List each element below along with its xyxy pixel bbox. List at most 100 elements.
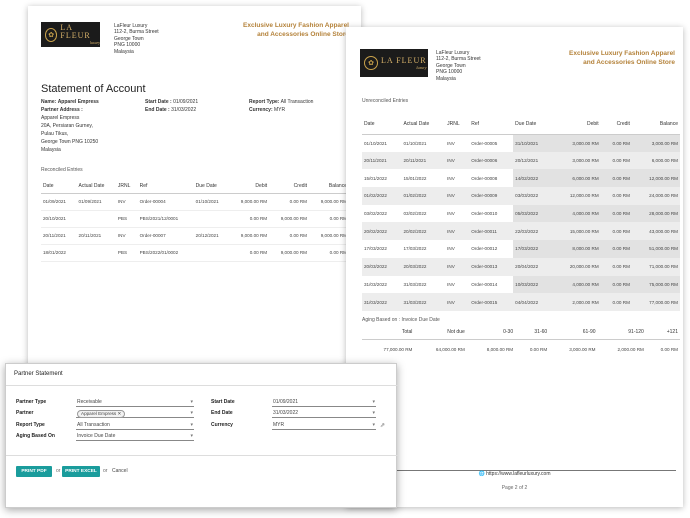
print-pdf-button[interactable]: PRINT PDF [16,466,52,477]
column-header: Total [362,325,415,340]
table-cell: 17/03/2022 [364,246,387,252]
table-cell: INV [447,211,455,217]
table-cell: 8,000.00 RM [486,346,514,352]
table-cell: INV [445,151,470,170]
start-date-input[interactable]: 01/09/2021 ▾ [272,399,376,407]
company-logo: ✿ LA FLEUR luxury [360,49,428,77]
fleur-icon: ✿ [45,27,58,42]
column-header: Actual Date [76,179,116,194]
table-cell: 2,000.00 RM [617,346,644,352]
table-cell [76,210,116,228]
table-cell: 15,000.00 RM [552,222,601,241]
table-cell: INV [447,175,455,181]
table-cell: 3,000.00 RM [552,151,601,170]
table-cell: INV [115,227,138,245]
table-cell: 0.00 RM [600,151,632,170]
table-row: 01/10/2021 01/10/2021 INV Order-00005 31/10/… [362,134,680,152]
column-header: Balance [631,114,680,135]
table-cell: 0.00 RM [660,346,678,352]
table-cell: 15/01/2022 [403,175,427,181]
column-header: Not due [414,325,467,340]
company-logo: ✿ LA FLEUR luxury [41,22,100,47]
table-cell: 0.00 RM [600,293,632,311]
table-cell: 14/02/2022 [513,169,553,188]
column-header: Ref [469,114,514,135]
partner-type-select[interactable]: Receivable ▾ [76,399,194,407]
company-address: LaFleur Luxury 112-2, Burma Street Georg… [114,23,159,55]
report-type-label: Report Type [16,422,45,428]
partner-info: Name: Apparel Empress Partner Address : … [41,99,99,153]
table-cell: 01/09/2021 [41,193,77,211]
reconciled-label: Reconciled Entries [41,167,83,173]
report-type-select[interactable]: All Transaction ▾ [76,422,194,430]
end-date-input[interactable]: 31/03/2022 ▾ [272,410,376,418]
table-cell: 6,000.00 RM [552,169,601,188]
table-cell: Order-00013 [469,257,514,276]
table-row: 31/03/2022 31/03/2022 INV Order-00015 04/04/… [362,293,680,311]
table-cell: 31/03/2022 [403,281,427,287]
aging-based-select[interactable]: Invoice Due Date ▾ [76,433,194,441]
table-cell: Order-00007 [137,227,194,245]
table-cell: 20/11/2021 [41,227,77,245]
currency-select[interactable]: MYR ▾ [272,422,376,430]
column-header: Date [41,179,77,194]
table-cell: 01/02/2022 [362,187,402,205]
table-row: 20/03/2022 20/03/2022 INV Order-00013 20/04/… [362,257,680,276]
table-cell: 9,000.00 RM [229,193,270,211]
logo-name: LA FLEUR [381,55,427,65]
table-cell: Order-00004 [137,193,194,211]
table-cell [76,244,116,262]
table-cell: 12,000.00 RM [552,187,601,205]
column-header: Balance [309,179,349,194]
table-cell: 04/04/2022 [513,293,553,311]
column-header: Due Date [513,114,553,135]
cancel-button[interactable]: Cancel [112,468,128,474]
partner-select[interactable]: Apparel Empress ✕ ▾ [76,410,194,418]
table-cell: 0.00 RM [600,240,632,258]
aging-label: Aging Based on : Invoice Due Date [362,317,440,323]
table-cell: PBS/2022/01/0002 [137,244,194,262]
table-row: 20/02/2022 20/02/2022 INV Order-00011 22/03/… [362,222,680,241]
table-cell: 01/10/2021 [193,193,230,211]
dialog-footer-divider [6,455,398,456]
end-date-label: End Date [211,410,233,416]
external-link-icon[interactable]: ⇗ [380,422,385,429]
table-cell: INV [445,293,470,311]
report-info: Report Type: All Transaction Currency: M… [249,99,314,113]
statement-page-1: ✿ LA FLEUR luxury LaFleur Luxury 112-2, … [28,6,361,390]
table-cell: 8,000.00 RM [552,240,601,258]
table-cell: 6,000.00 RM [631,151,680,170]
table-cell: 03/03/2022 [513,187,553,205]
column-header: JRNL [445,114,470,135]
company-tagline: Exclusive Luxury Fashion Apparel and Acc… [243,22,349,38]
table-cell: 18/01/2022 [41,244,77,262]
table-cell: 15/01/2022 [364,175,387,181]
table-cell: 20/03/2022 [362,257,402,276]
table-cell: 64,000.00 RM [435,346,465,352]
chevron-down-icon: ▾ [190,433,193,439]
close-icon[interactable]: ✕ [118,411,122,416]
table-cell: 20/11/2021 [401,151,446,170]
table-cell: 03/02/2022 [364,211,387,217]
column-header: Debit [229,179,270,194]
table-cell: Order-00014 [471,281,498,287]
reconciled-table: Date Actual Date JRNL Ref Due Date Debit Credi… [41,179,349,262]
table-cell: 4,000.00 RM [552,204,601,223]
table-cell: 9,000.00 RM [269,210,310,228]
partner-tag[interactable]: Apparel Empress ✕ [77,410,126,418]
table-row: 03/02/2022 03/02/2022 INV Order-00010 05/03/… [362,204,680,223]
table-cell: Order-00006 [469,151,514,170]
unreconciled-table: Date Actual Date JRNL Ref Due Date Debit Credi… [362,114,680,311]
table-cell: 17/03/2022 [403,246,427,252]
table-cell: 43,000.00 RM [631,222,680,241]
table-cell: 9,000.00 RM [269,244,310,262]
table-cell: 0.00 RM [600,257,632,276]
table-cell: 31/03/2022 [401,293,446,311]
column-header: Debit [552,114,601,135]
table-cell: 20,000.00 RM [552,257,601,276]
table-cell: 20/11/2021 [362,151,402,170]
table-cell: 9,000.00 RM [229,227,270,245]
table-cell: 01/02/2022 [401,187,446,205]
table-cell: Order-00011 [469,222,514,241]
print-excel-button[interactable]: PRINT EXCEL [62,466,100,477]
